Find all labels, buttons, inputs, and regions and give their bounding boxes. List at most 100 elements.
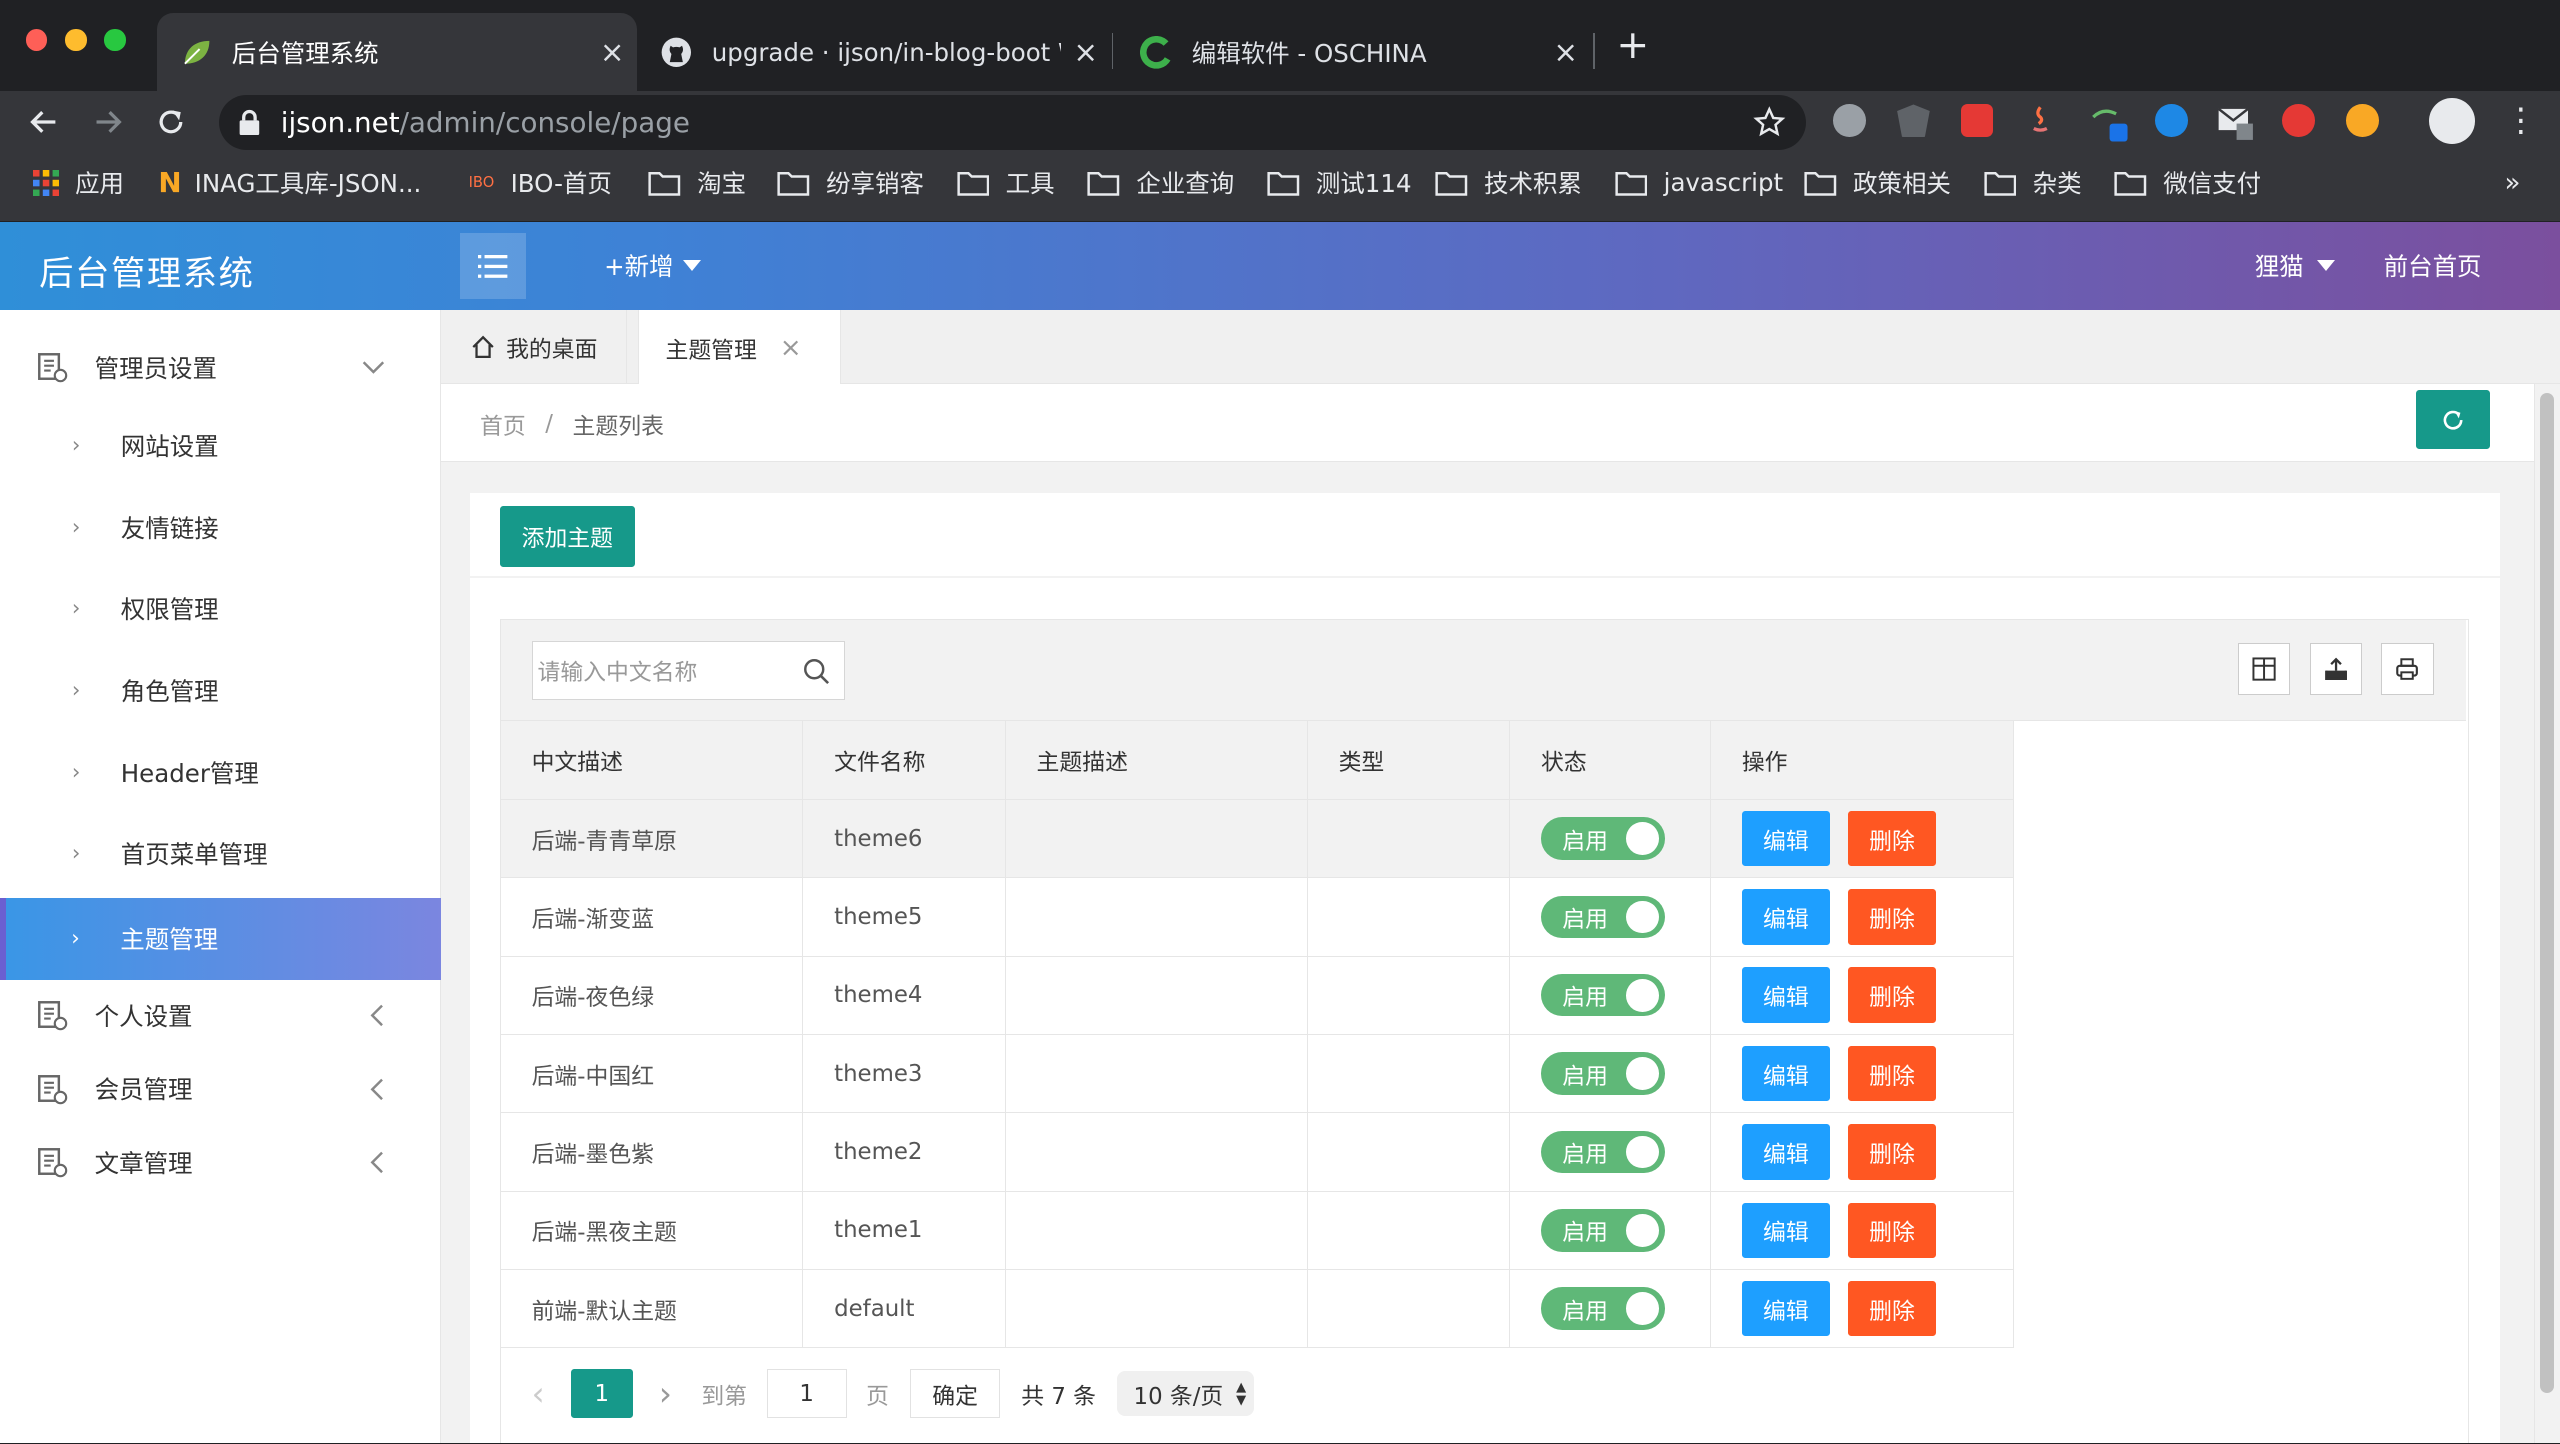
sidebar-item-home-menu[interactable]: › 首页菜单管理 (0, 813, 441, 895)
next-page-button[interactable]: › (659, 1375, 672, 1413)
bookmark-folder[interactable]: 工具 (957, 153, 1055, 212)
back-arrow-icon[interactable] (26, 104, 62, 140)
front-home-link[interactable]: 前台首页 (2384, 248, 2482, 283)
bookmark-folder[interactable]: 技术积累 (1435, 153, 1582, 212)
add-theme-button[interactable]: 添加主题 (499, 506, 636, 567)
bookmarks-overflow-button[interactable]: » (2504, 153, 2520, 212)
column-header[interactable]: 类型 (1307, 720, 1510, 800)
refresh-button[interactable] (2416, 390, 2490, 449)
add-new-menu[interactable]: +新增 (604, 248, 702, 283)
prev-page-button[interactable]: ‹ (532, 1375, 545, 1413)
close-tab-icon[interactable]: × (1061, 35, 1110, 69)
shield-extension-icon[interactable] (1897, 104, 1930, 138)
status-toggle[interactable]: 启用 (1541, 1209, 1666, 1252)
scrollbar-thumb[interactable] (2539, 393, 2555, 1393)
delete-button[interactable]: 删除 (1847, 1280, 1937, 1337)
delete-button[interactable]: 删除 (1847, 1045, 1937, 1102)
print-button[interactable] (2381, 642, 2434, 695)
status-toggle[interactable]: 启用 (1541, 895, 1666, 939)
sidebar-group-articles[interactable]: 文章管理 (0, 1125, 441, 1200)
column-header[interactable]: 状态 (1509, 720, 1711, 800)
delete-button[interactable]: 删除 (1847, 810, 1937, 867)
bookmark-ibo[interactable]: IBO IBO-首页 (469, 153, 612, 212)
refresh-extension-icon[interactable] (2282, 104, 2316, 138)
java-extension-icon[interactable] (2024, 104, 2057, 137)
sidebar-item-header[interactable]: › Header管理 (0, 731, 441, 813)
edit-button[interactable]: 编辑 (1741, 889, 1830, 945)
edit-button[interactable]: 编辑 (1741, 1280, 1830, 1337)
edit-button[interactable]: 编辑 (1741, 1202, 1830, 1259)
close-tab-icon[interactable]: × (1541, 35, 1590, 69)
edit-button[interactable]: 编辑 (1741, 967, 1830, 1023)
fe-extension-icon[interactable] (1960, 104, 1994, 138)
delete-button[interactable]: 删除 (1847, 967, 1937, 1023)
search-input[interactable]: 请输入中文名称 (531, 640, 846, 700)
user-menu[interactable]: 狸猫 (2255, 248, 2335, 283)
goto-page-input[interactable]: 1 (766, 1369, 847, 1419)
globe-extension-icon[interactable] (2155, 104, 2188, 138)
status-toggle[interactable]: 启用 (1541, 1052, 1666, 1095)
bookmark-folder[interactable]: 测试114 (1267, 153, 1412, 212)
close-window-button[interactable] (26, 29, 48, 51)
column-header[interactable]: 主题描述 (1005, 720, 1308, 800)
tab-my-desktop[interactable]: 我的桌面 (441, 310, 627, 384)
status-toggle[interactable]: 启用 (1541, 974, 1666, 1017)
sidebar-group-admin-settings[interactable]: 管理员设置 (0, 330, 441, 405)
browser-tab-oschina[interactable]: 编辑软件 - OSCHINA × (1117, 13, 1590, 91)
bookmark-folder[interactable]: 纷享销客 (777, 153, 924, 212)
columns-filter-button[interactable] (2237, 642, 2290, 695)
profile-avatar[interactable] (2429, 97, 2476, 144)
status-toggle[interactable]: 启用 (1541, 1130, 1666, 1174)
maximize-window-button[interactable] (104, 29, 126, 51)
more-menu-icon[interactable]: ⋮ (2504, 101, 2537, 140)
bowl-extension-icon[interactable] (2346, 104, 2379, 138)
tab-theme-management[interactable]: 主题管理 × (638, 310, 841, 386)
close-tab-icon[interactable]: × (588, 35, 637, 69)
column-header[interactable]: 文件名称 (802, 720, 1006, 800)
mail-extension-icon[interactable] (2217, 104, 2254, 141)
breadcrumb-home[interactable]: 首页 (480, 407, 526, 441)
bookmark-folder[interactable]: 政策相关 (1804, 153, 1951, 212)
bookmark-inag[interactable]: N INAG工具库-JSON... (158, 153, 421, 212)
bookmark-folder[interactable]: 杂类 (1984, 153, 2082, 212)
menu-toggle-button[interactable] (460, 233, 526, 299)
edit-button[interactable]: 编辑 (1741, 1124, 1830, 1180)
bookmark-apps[interactable]: 应用 (32, 153, 124, 212)
status-toggle[interactable]: 启用 (1541, 1287, 1666, 1330)
delete-button[interactable]: 删除 (1847, 1202, 1937, 1259)
column-header[interactable]: 操作 (1710, 720, 2015, 800)
sidebar-group-personal[interactable]: 个人设置 (0, 978, 441, 1053)
adblock-extension-icon[interactable] (1833, 104, 1867, 138)
sidebar-item-permissions[interactable]: › 权限管理 (0, 568, 441, 650)
bookmark-folder[interactable]: 淘宝 (648, 153, 746, 212)
status-toggle[interactable]: 启用 (1541, 817, 1666, 860)
sidebar-item-themes[interactable]: › 主题管理 (0, 897, 441, 980)
close-icon[interactable]: × (780, 333, 802, 363)
sidebar-item-friend-links[interactable]: › 友情链接 (0, 487, 441, 569)
edit-button[interactable]: 编辑 (1741, 810, 1830, 867)
search-icon[interactable] (802, 657, 831, 686)
new-tab-button[interactable]: + (1616, 26, 1649, 65)
page-size-select[interactable]: 10 条/页 ▲ ▼ (1117, 1370, 1255, 1417)
edit-button[interactable]: 编辑 (1741, 1045, 1830, 1102)
confirm-goto-button[interactable]: 确定 (910, 1369, 1001, 1419)
translate-extension-icon[interactable] (2090, 104, 2128, 143)
sidebar-item-roles[interactable]: › 角色管理 (0, 650, 441, 732)
scrollbar-track[interactable] (2533, 383, 2560, 1444)
address-bar[interactable]: ijson.net/admin/console/page (218, 94, 1806, 151)
browser-tab-admin[interactable]: 后台管理系统 × (156, 13, 637, 92)
reload-icon[interactable] (153, 104, 189, 140)
delete-button[interactable]: 删除 (1847, 889, 1937, 945)
star-icon[interactable] (1753, 106, 1786, 139)
forward-arrow-icon[interactable] (90, 104, 126, 140)
minimize-window-button[interactable] (65, 29, 87, 51)
sidebar-group-members[interactable]: 会员管理 (0, 1051, 441, 1126)
sidebar-item-site-settings[interactable]: › 网站设置 (0, 405, 441, 487)
bookmark-folder[interactable]: javascript (1615, 153, 1783, 212)
bookmark-folder[interactable]: 微信支付 (2114, 153, 2261, 212)
bookmark-folder[interactable]: 企业查询 (1087, 153, 1234, 212)
browser-tab-github[interactable]: upgrade · ijson/in-blog-boot W × (637, 13, 1110, 91)
page-1-button[interactable]: 1 (570, 1369, 633, 1419)
export-button[interactable] (2309, 642, 2362, 695)
column-header[interactable]: 中文描述 (500, 720, 804, 800)
